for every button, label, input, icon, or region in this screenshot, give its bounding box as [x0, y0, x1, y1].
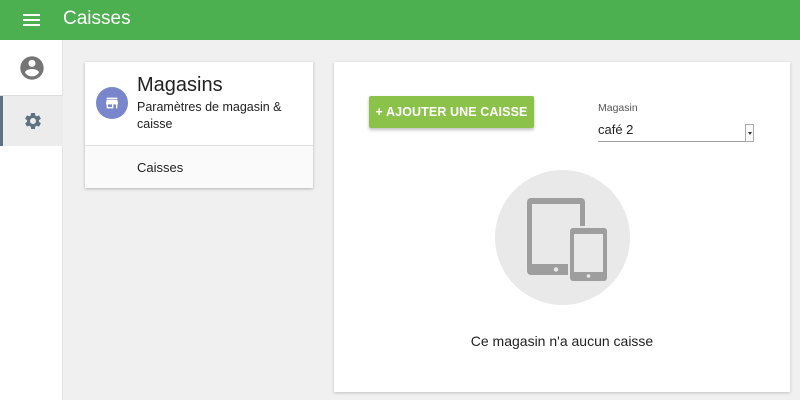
menu-item-caisses[interactable]: Caisses	[85, 146, 313, 188]
store-avatar	[96, 87, 128, 119]
store-select[interactable]: café 2	[598, 118, 754, 142]
menu-item-label: Caisses	[137, 160, 184, 175]
store-select-value: café 2	[598, 122, 634, 137]
menu-icon-line	[23, 24, 40, 26]
card-subtitle: Paramètres de magasin & caisse	[137, 100, 282, 131]
top-app-bar: Caisses	[0, 0, 800, 40]
dropdown-arrow-icon[interactable]	[745, 124, 754, 142]
menu-icon-line	[23, 19, 40, 21]
account-circle-icon	[19, 56, 44, 80]
store-select-field: Magasin café 2	[598, 100, 754, 145]
empty-state-message: Ce magasin n'a aucun caisse	[470, 333, 654, 349]
side-navigation	[0, 40, 63, 400]
tablet-phone-icon	[527, 198, 609, 283]
add-register-button[interactable]: + AJOUTER UNE CAISSE	[369, 96, 534, 128]
app-title: Caisses	[63, 8, 131, 29]
store-settings-card: Magasins Paramètres de magasin & caisse …	[85, 62, 313, 188]
nav-account[interactable]	[0, 43, 63, 93]
menu-icon-line	[23, 14, 40, 16]
empty-state-illustration	[495, 170, 630, 305]
store-select-label: Magasin	[598, 102, 638, 114]
nav-settings[interactable]	[0, 96, 63, 146]
store-icon	[106, 97, 118, 109]
gear-icon	[25, 112, 41, 129]
card-title: Magasins	[137, 74, 223, 96]
card-header: Magasins Paramètres de magasin & caisse	[85, 62, 313, 146]
registers-panel: + AJOUTER UNE CAISSE Magasin café 2 Ce m…	[334, 62, 790, 392]
menu-button[interactable]	[18, 9, 46, 31]
